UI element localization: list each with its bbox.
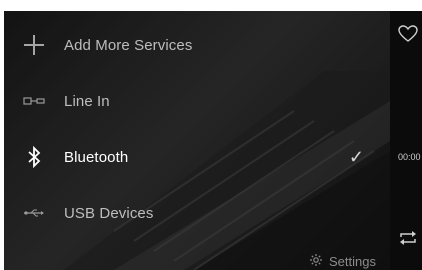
usb-icon — [4, 208, 64, 218]
now-playing-sidebar: 00:00 — [390, 11, 422, 270]
menu-item-add-services[interactable]: Add More Services — [4, 17, 390, 73]
settings-label: Settings — [329, 254, 376, 269]
line-in-icon — [4, 96, 64, 106]
menu-item-line-in[interactable]: Line In — [4, 73, 390, 129]
input-source-menu: Add More Services Line In Bluetooth ✓ US… — [4, 11, 390, 270]
menu-item-usb-devices[interactable]: USB Devices — [4, 185, 390, 241]
menu-item-label: Add More Services — [64, 36, 193, 54]
menu-item-label: Line In — [64, 92, 110, 110]
device-screen: Add More Services Line In Bluetooth ✓ US… — [4, 11, 422, 270]
check-icon: ✓ — [348, 147, 364, 167]
plus-icon — [4, 34, 64, 56]
repeat-icon[interactable] — [398, 229, 418, 252]
bluetooth-icon — [4, 146, 64, 168]
playback-time: 00:00 — [398, 152, 421, 162]
menu-item-bluetooth[interactable]: Bluetooth ✓ — [4, 129, 390, 185]
menu-item-label: USB Devices — [64, 204, 154, 222]
heart-icon[interactable] — [398, 25, 418, 48]
menu-item-label: Bluetooth — [64, 148, 129, 166]
gear-icon — [309, 253, 323, 270]
settings-button[interactable]: Settings — [309, 253, 376, 270]
